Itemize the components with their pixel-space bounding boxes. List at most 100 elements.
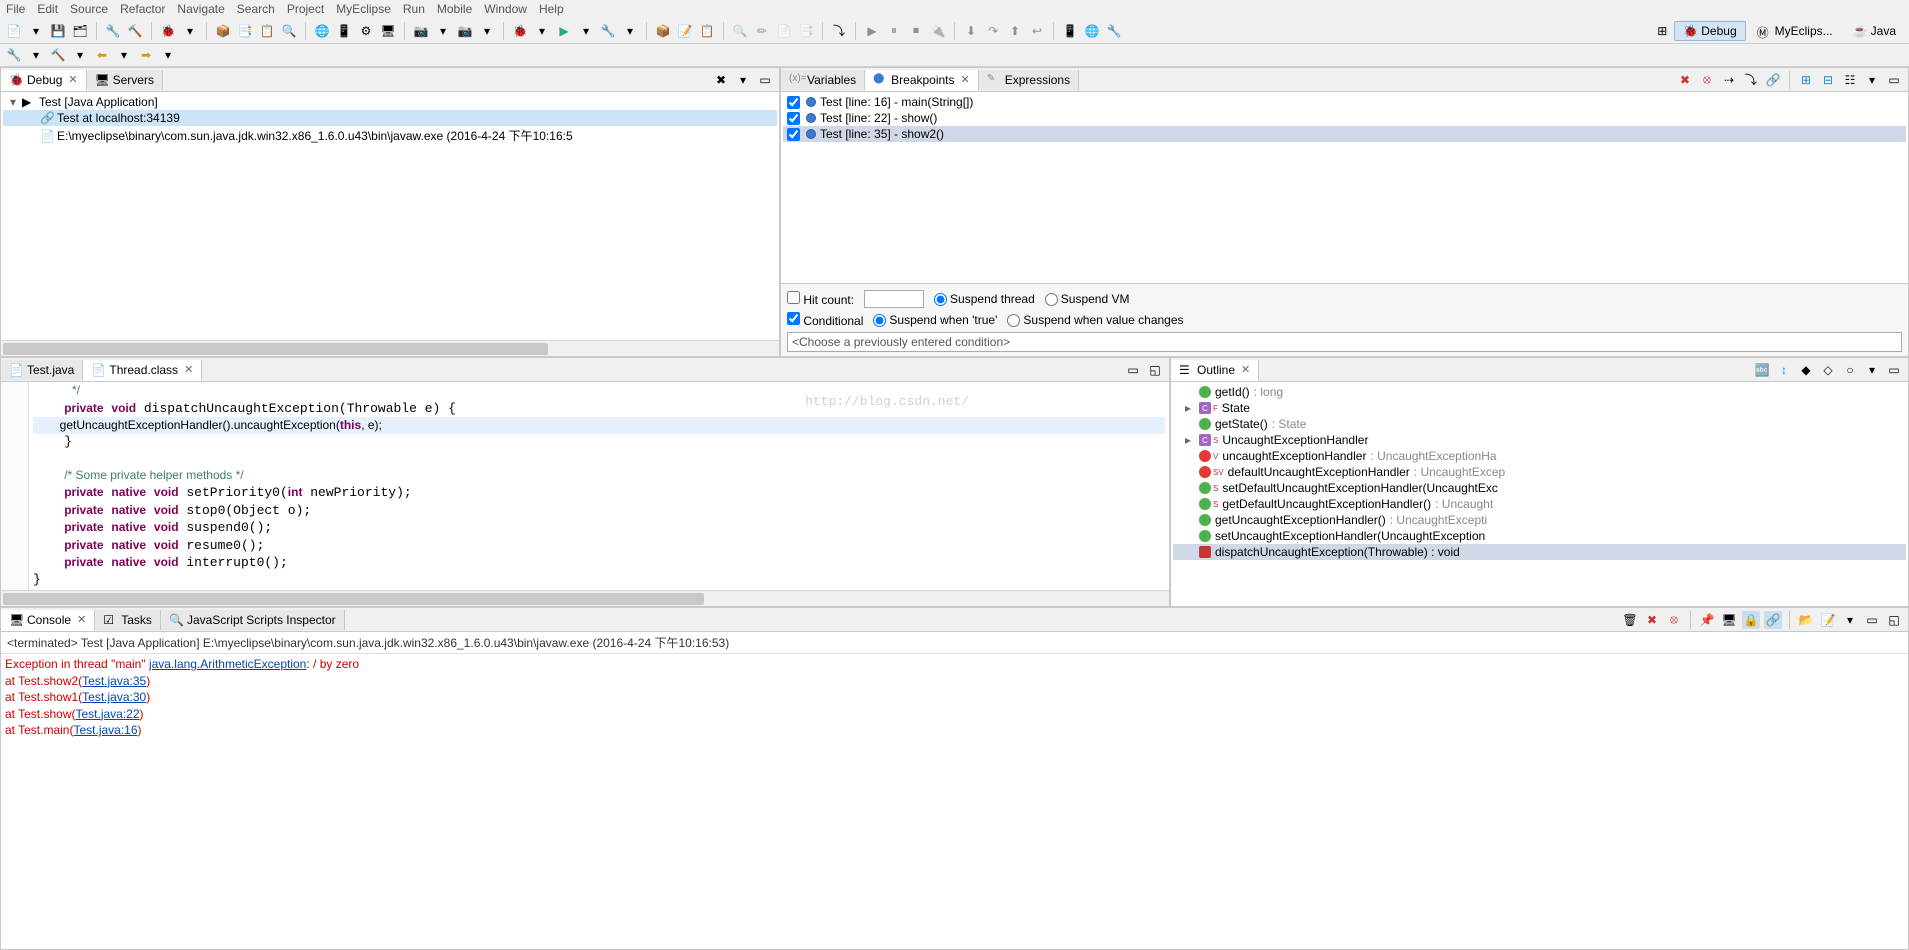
hit-count-input[interactable] bbox=[864, 290, 924, 308]
dropdown-icon[interactable]: ▾ bbox=[533, 22, 551, 40]
collapse-icon[interactable]: ⊟ bbox=[1819, 71, 1837, 89]
debug-icon[interactable]: 🐞 bbox=[159, 22, 177, 40]
close-icon[interactable]: ✕ bbox=[77, 613, 86, 626]
tab-tasks[interactable]: ☑Tasks bbox=[95, 610, 161, 630]
menu-icon[interactable]: ▾ bbox=[1863, 361, 1881, 379]
menu-icon[interactable]: ▾ bbox=[734, 71, 752, 89]
hide-nonpublic-icon[interactable]: ○ bbox=[1841, 361, 1859, 379]
drop-frame-icon[interactable]: ↩ bbox=[1028, 22, 1046, 40]
tool-icon[interactable]: 🔧 bbox=[5, 46, 23, 64]
exception-link[interactable]: java.lang.ArithmeticException bbox=[149, 657, 306, 671]
tool-icon[interactable]: 📦 bbox=[214, 22, 232, 40]
goto-icon[interactable]: ⇢ bbox=[1720, 71, 1738, 89]
minimize-icon[interactable]: ▭ bbox=[1885, 71, 1903, 89]
conditional-check[interactable]: Conditional bbox=[787, 312, 863, 328]
stacktrace-link[interactable]: Test.java:22 bbox=[75, 707, 139, 721]
debug-run-icon[interactable]: 🐞 bbox=[511, 22, 529, 40]
tool-icon[interactable]: 🔨 bbox=[126, 22, 144, 40]
tool-icon[interactable]: 🔍 bbox=[280, 22, 298, 40]
hscroll[interactable] bbox=[1, 590, 1169, 606]
tool-icon[interactable]: 📷 bbox=[412, 22, 430, 40]
outline-item[interactable]: getUncaughtExceptionHandler() : Uncaught… bbox=[1173, 512, 1906, 528]
save-all-icon[interactable]: 🗂 bbox=[71, 22, 89, 40]
dropdown-icon[interactable]: ▾ bbox=[27, 46, 45, 64]
tool-icon[interactable]: 📋 bbox=[258, 22, 276, 40]
hide-fields-icon[interactable]: ◆ bbox=[1797, 361, 1815, 379]
maximize-icon[interactable]: ◱ bbox=[1885, 611, 1903, 629]
tab-outline[interactable]: ☰ Outline ✕ bbox=[1171, 360, 1259, 381]
dropdown-icon[interactable]: ▾ bbox=[434, 22, 452, 40]
breakpoint-row[interactable]: Test [line: 35] - show2() bbox=[783, 126, 1906, 142]
stacktrace-link[interactable]: Test.java:35 bbox=[82, 674, 146, 688]
new-icon[interactable]: 📄 bbox=[5, 22, 23, 40]
clear-icon[interactable]: 🗑 bbox=[1621, 611, 1639, 629]
disconnect-icon[interactable]: 🔌 bbox=[929, 22, 947, 40]
tool-icon[interactable]: 📑 bbox=[797, 22, 815, 40]
tool-icon[interactable]: 📷 bbox=[456, 22, 474, 40]
tool-icon[interactable]: ⚙ bbox=[357, 22, 375, 40]
tab-javascript scripts inspector[interactable]: 🔍JavaScript Scripts Inspector bbox=[161, 610, 345, 630]
pin-icon[interactable]: 📌 bbox=[1698, 611, 1716, 629]
menu-search[interactable]: Search bbox=[237, 2, 275, 16]
tool-icon[interactable]: 🌐 bbox=[313, 22, 331, 40]
debug-tree-row[interactable]: ▾▶Test [Java Application] bbox=[3, 94, 777, 110]
hscroll[interactable] bbox=[1, 340, 779, 356]
suspend-thread-radio[interactable]: Suspend thread bbox=[934, 292, 1035, 306]
tool-icon[interactable]: 🔧 bbox=[1105, 22, 1123, 40]
code-area[interactable]: http://blog.csdn.net/ */ private void di… bbox=[29, 382, 1169, 590]
hit-count-check[interactable]: Hit count: bbox=[787, 291, 854, 307]
dropdown-icon[interactable]: ▾ bbox=[1841, 611, 1859, 629]
resume-icon[interactable]: ▶ bbox=[863, 22, 881, 40]
step-over-icon[interactable]: ↷ bbox=[984, 22, 1002, 40]
suspend-change-radio[interactable]: Suspend when value changes bbox=[1007, 313, 1183, 327]
remove-icon[interactable]: ✖ bbox=[1643, 611, 1661, 629]
stacktrace-link[interactable]: Test.java:16 bbox=[73, 723, 137, 737]
tool-icon[interactable]: 🔨 bbox=[49, 46, 67, 64]
menu-help[interactable]: Help bbox=[539, 2, 564, 16]
pause-icon[interactable]: ⏸ bbox=[885, 22, 903, 40]
menu-icon[interactable]: ▾ bbox=[1863, 71, 1881, 89]
skip-icon[interactable]: ⤵ bbox=[1742, 71, 1760, 89]
close-icon[interactable]: ✕ bbox=[1241, 363, 1250, 376]
menu-navigate[interactable]: Navigate bbox=[177, 2, 224, 16]
breakpoint-row[interactable]: Test [line: 16] - main(String[]) bbox=[783, 94, 1906, 110]
dropdown-icon[interactable]: ▾ bbox=[159, 46, 177, 64]
step-into-icon[interactable]: ⬇ bbox=[962, 22, 980, 40]
remove-all-icon[interactable]: ⦻ bbox=[1665, 611, 1683, 629]
tab-debug[interactable]: 🐞Debug✕ bbox=[1, 70, 87, 91]
close-icon[interactable]: ✕ bbox=[961, 73, 970, 86]
outline-item[interactable]: SVdefaultUncaughtExceptionHandler : Unca… bbox=[1173, 464, 1906, 480]
outline-item[interactable]: getId() : long bbox=[1173, 384, 1906, 400]
bp-checkbox[interactable] bbox=[787, 112, 800, 125]
sort-icon[interactable]: 🔤 bbox=[1753, 361, 1771, 379]
outline-item[interactable]: ▸CSUncaughtExceptionHandler bbox=[1173, 432, 1906, 448]
tab-expressions[interactable]: ✎Expressions bbox=[979, 70, 1079, 90]
menu-file[interactable]: File bbox=[6, 2, 25, 16]
dropdown-icon[interactable]: ▾ bbox=[115, 46, 133, 64]
external-run-icon[interactable]: 🔧 bbox=[599, 22, 617, 40]
save-icon[interactable]: 💾 bbox=[49, 22, 67, 40]
expand-icon[interactable]: ⊞ bbox=[1797, 71, 1815, 89]
console-output[interactable]: Exception in thread "main" java.lang.Ari… bbox=[1, 654, 1908, 949]
twistie-icon[interactable]: ▾ bbox=[7, 95, 19, 109]
minimize-icon[interactable]: ▭ bbox=[1863, 611, 1881, 629]
new-console-icon[interactable]: 📝 bbox=[1819, 611, 1837, 629]
outline-item[interactable]: SsetDefaultUncaughtExceptionHandler(Unca… bbox=[1173, 480, 1906, 496]
outline-item[interactable]: SgetDefaultUncaughtExceptionHandler() : … bbox=[1173, 496, 1906, 512]
scroll-lock-icon[interactable]: 🔒 bbox=[1742, 611, 1760, 629]
close-icon[interactable]: ✕ bbox=[184, 363, 193, 376]
remove-icon[interactable]: ✖ bbox=[712, 71, 730, 89]
twistie-icon[interactable]: ▸ bbox=[1185, 433, 1195, 447]
dropdown-icon[interactable]: ▾ bbox=[27, 22, 45, 40]
tab-variables[interactable]: (x)=Variables bbox=[781, 70, 865, 90]
open-perspective-icon[interactable]: ⊞ bbox=[1653, 22, 1671, 40]
menu-myeclipse[interactable]: MyEclipse bbox=[336, 2, 391, 16]
editor-tab[interactable]: 📄Thread.class✕ bbox=[83, 360, 202, 381]
tool-icon[interactable]: 🔧 bbox=[104, 22, 122, 40]
tool-icon[interactable]: 📄 bbox=[775, 22, 793, 40]
stop-icon[interactable]: ⏹ bbox=[907, 22, 925, 40]
perspective-debug[interactable]: 🐞Debug bbox=[1674, 21, 1745, 41]
menu-edit[interactable]: Edit bbox=[37, 2, 58, 16]
tool-icon[interactable]: 🖥 bbox=[379, 22, 397, 40]
outline-item[interactable]: dispatchUncaughtException(Throwable) : v… bbox=[1173, 544, 1906, 560]
